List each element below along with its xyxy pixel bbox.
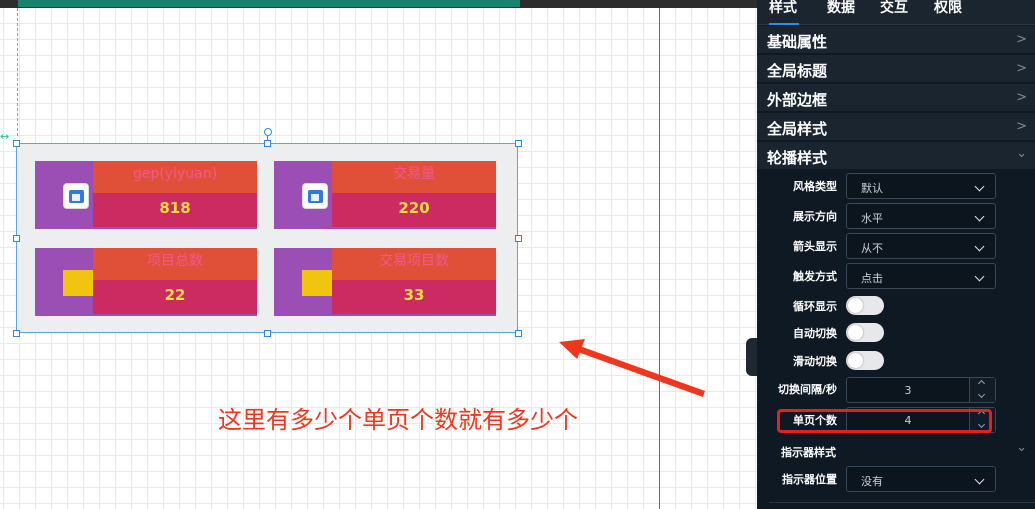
resize-handle-se[interactable]: [515, 330, 522, 337]
indicator-section-label[interactable]: 指示器样式: [781, 444, 836, 460]
direction-label: 展示方向: [793, 210, 837, 223]
resize-handle-sw[interactable]: [13, 330, 20, 337]
resize-handle-e[interactable]: [515, 235, 522, 242]
chevron-right-icon: >: [1016, 61, 1027, 76]
chevron-down-icon: [974, 474, 985, 485]
stat-card[interactable]: 项目总数 22: [35, 248, 257, 316]
calendar-icon: [302, 183, 328, 209]
section-outer-border[interactable]: 外部边框 >: [757, 84, 1035, 112]
interval-input[interactable]: 3: [846, 377, 996, 403]
section-global-title[interactable]: 全局标题 >: [757, 55, 1035, 83]
stat-card-value: 22: [93, 280, 257, 314]
rotate-handle[interactable]: [264, 128, 272, 136]
resize-handle-ne[interactable]: [515, 140, 522, 147]
tab-permission[interactable]: 权限: [934, 0, 962, 25]
trigger-select[interactable]: 点击: [846, 263, 996, 289]
autoplay-toggle[interactable]: [846, 323, 884, 342]
highlight-box: [777, 409, 992, 433]
section-basic-props[interactable]: 基础属性 >: [757, 26, 1035, 54]
resize-handle-w[interactable]: [13, 235, 20, 242]
stat-card-title: 项目总数: [93, 248, 257, 280]
chevron-down-icon: ⌄: [1016, 146, 1027, 161]
yellow-square-icon: [302, 270, 332, 296]
chevron-down-icon: [974, 181, 985, 192]
tab-style[interactable]: 样式: [769, 0, 799, 25]
select-value: 水平: [861, 212, 883, 225]
interval-label: 切换间隔/秒: [777, 383, 837, 396]
select-value: 点击: [861, 272, 883, 285]
style-type-select[interactable]: 默认: [846, 173, 996, 199]
stepper[interactable]: [969, 378, 995, 402]
stat-card-value: 818: [93, 193, 257, 227]
chevron-down-icon: [974, 241, 985, 252]
carousel-widget[interactable]: gep(ylyuan) 818 交易量 220 项目总数 22 交易项目数 33: [16, 143, 518, 333]
resize-handle-n[interactable]: [264, 140, 271, 147]
select-value: 从不: [861, 242, 883, 255]
stat-card-title: gep(ylyuan): [93, 161, 257, 193]
chevron-down-icon: [974, 211, 985, 222]
stat-card[interactable]: 交易项目数 33: [274, 248, 496, 316]
section-label: 全局样式: [767, 120, 828, 138]
alignment-guide: [17, 8, 18, 136]
stat-card[interactable]: gep(ylyuan) 818: [35, 161, 257, 229]
calendar-icon: [63, 183, 89, 209]
section-label: 外部边框: [767, 91, 828, 109]
arrow-display-label: 箭头显示: [793, 240, 837, 253]
trigger-label: 触发方式: [793, 270, 837, 283]
direction-select[interactable]: 水平: [846, 203, 996, 229]
resize-handle-nw[interactable]: [13, 140, 20, 147]
chevron-right-icon: >: [1016, 119, 1027, 134]
select-value: 没有: [861, 475, 883, 488]
chevron-right-icon: >: [1016, 90, 1027, 105]
resize-handle-s[interactable]: [264, 330, 271, 337]
stat-card-value: 220: [332, 193, 496, 227]
indicator-position-label: 指示器位置: [782, 473, 837, 486]
panel-tabs: 样式 数据 交互 权限: [757, 0, 1035, 25]
chevron-down-icon[interactable]: [977, 390, 986, 399]
autoplay-label: 自动切换: [793, 327, 837, 340]
canvas-boundary-line: [659, 8, 660, 509]
style-type-label: 风格类型: [793, 180, 837, 193]
canvas-top-progress: [18, 0, 520, 7]
stat-card-value: 33: [332, 280, 496, 314]
section-global-style[interactable]: 全局样式 >: [757, 113, 1035, 141]
yellow-square-icon: [63, 270, 93, 296]
annotation-text: 这里有多少个单页个数就有多少个: [218, 406, 578, 434]
editor-canvas[interactable]: ↔ gep(ylyuan) 818 交易量 220 项目总数 22 交易项目数 …: [0, 0, 757, 509]
section-label: 轮播样式: [767, 149, 828, 167]
select-value: 默认: [861, 182, 883, 195]
swipe-label: 滑动切换: [793, 355, 837, 368]
tab-interaction[interactable]: 交互: [880, 0, 908, 25]
guide-marker: ↔: [0, 130, 10, 143]
arrow-display-select[interactable]: 从不: [846, 233, 996, 259]
indicator-position-select[interactable]: 没有: [846, 466, 996, 492]
chevron-up-icon[interactable]: [977, 379, 986, 388]
stat-card-title: 交易项目数: [332, 248, 496, 280]
loop-toggle[interactable]: [846, 296, 884, 315]
chevron-down-icon[interactable]: ⌄: [1016, 440, 1027, 455]
annotation-arrow-icon: [559, 339, 705, 397]
section-label: 基础属性: [767, 33, 828, 51]
divider: [769, 502, 1035, 503]
input-value: 3: [904, 384, 912, 397]
stat-card-title: 交易量: [332, 161, 496, 193]
swipe-toggle[interactable]: [846, 351, 884, 370]
chevron-down-icon: [974, 271, 985, 282]
stat-card[interactable]: 交易量 220: [274, 161, 496, 229]
loop-label: 循环显示: [793, 300, 837, 313]
chevron-right-icon: >: [1016, 32, 1027, 47]
section-carousel-style[interactable]: 轮播样式 ⌄: [757, 142, 1035, 170]
tab-data[interactable]: 数据: [827, 0, 855, 25]
section-label: 全局标题: [767, 62, 828, 80]
